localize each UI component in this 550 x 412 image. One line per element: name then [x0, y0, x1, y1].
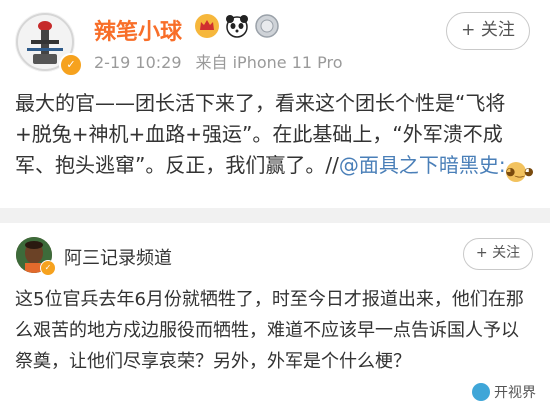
post-body: 最大的官——团长活下来了，看来这个团长个性是“飞将+脱兔+神机+血路+强运”。在… — [15, 88, 535, 182]
follow-button[interactable]: + 关注 — [446, 12, 530, 50]
username[interactable]: 辣笔小球 — [94, 14, 182, 46]
verified-badge-icon: ✓ — [40, 260, 56, 276]
doge-emoji-icon: ◕‿◕ — [505, 162, 534, 182]
post-timestamp: 2-19 10:29 — [94, 53, 182, 72]
post-source: 来自 iPhone 11 Pro — [195, 53, 343, 72]
weibo-channel-icon — [472, 383, 490, 401]
watermark-text: 开视界 — [494, 385, 536, 401]
reply-username[interactable]: 阿三记录频道 — [64, 244, 172, 270]
medal-badge-icon — [255, 14, 279, 38]
verified-badge-icon: ✓ — [59, 53, 83, 77]
crown-badge-icon — [195, 14, 219, 38]
panda-badge-icon — [226, 15, 248, 38]
mention-suffix: : — [498, 153, 506, 177]
mention-link[interactable]: @面具之下暗黑史 — [339, 153, 499, 177]
reply-body: 这5位官兵去年6月份就牺牲了，时至今日才报道出来，他们在那么艰苦的地方戍边服役而… — [15, 289, 524, 372]
reply-follow-button[interactable]: + 关注 — [463, 238, 533, 270]
post-meta: 2-19 10:29 来自 iPhone 11 Pro — [94, 49, 343, 73]
post-card: ✓ 辣笔小球 2-19 10:29 来自 iPhone 11 Pro + 关注 最… — [0, 0, 550, 208]
watermark: 开视界 — [472, 382, 536, 402]
reply-card: ✓ 阿三记录频道 + 关注 这5位官兵去年6月份就牺牲了，时至今日才报道出来，他… — [0, 223, 550, 412]
